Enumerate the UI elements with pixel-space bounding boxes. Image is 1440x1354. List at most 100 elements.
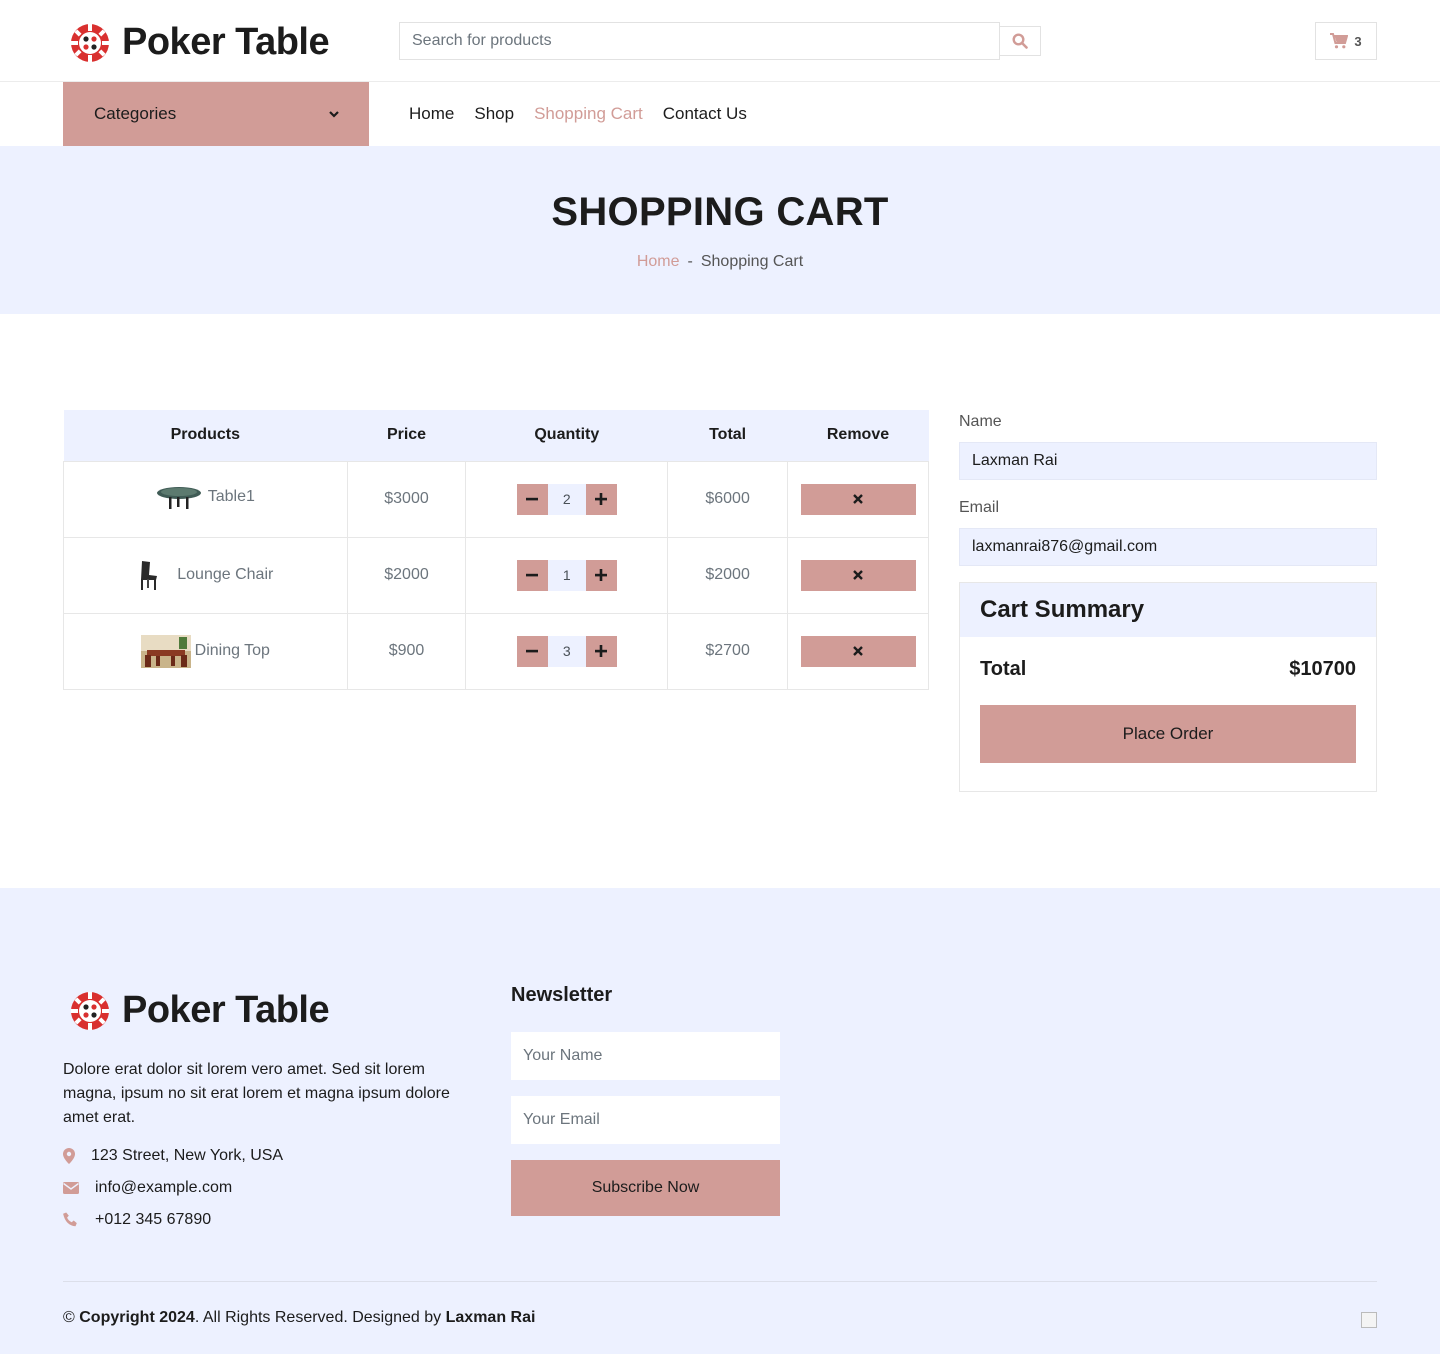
copyright-text: . All Rights Reserved. Designed by — [194, 1309, 446, 1326]
nav-shop[interactable]: Shop — [474, 104, 514, 124]
shopping-cart-icon — [1330, 33, 1349, 49]
product-cell: Dining Top — [63, 612, 348, 690]
table-row: Dining Top $900 3 $2700 — [63, 612, 929, 690]
column-header-total: Total — [667, 410, 788, 461]
plus-icon — [595, 493, 608, 505]
copyright-prefix: © — [63, 1309, 80, 1326]
remove-item-button[interactable] — [800, 559, 916, 591]
footer-brand-link[interactable]: Poker Table — [70, 989, 330, 1032]
minus-icon — [526, 497, 539, 501]
chevron-down-icon — [329, 110, 339, 118]
nav-contact-us[interactable]: Contact Us — [663, 104, 747, 124]
quantity-cell: 1 — [465, 536, 669, 614]
search-button[interactable] — [1000, 26, 1041, 56]
increase-quantity-button[interactable] — [585, 483, 617, 515]
newsletter-email-input[interactable]: Your Email — [511, 1096, 780, 1144]
column-header-quantity: Quantity — [465, 410, 668, 461]
payment-methods-image — [1361, 1312, 1377, 1328]
map-marker-icon — [63, 1148, 75, 1164]
cart-summary-total: Total $10700 — [980, 658, 1356, 681]
quantity-input[interactable]: 1 — [547, 559, 586, 591]
product-name: Lounge Chair — [177, 566, 274, 583]
search-icon — [1012, 33, 1028, 49]
chair-thumbnail — [141, 561, 158, 590]
total-value: $10700 — [1289, 658, 1356, 680]
table-row: Lounge Chair $2000 1 $2000 — [63, 536, 929, 614]
contact-phone: +012 345 67890 — [63, 1211, 211, 1229]
quantity-input[interactable]: 3 — [547, 635, 586, 667]
quantity-stepper: 1 — [516, 559, 617, 591]
poker-chip-logo-icon — [71, 23, 109, 62]
quantity-cell: 3 — [465, 612, 669, 690]
column-header-price: Price — [347, 410, 466, 461]
total-label: Total — [980, 658, 1027, 680]
nav-shopping-cart[interactable]: Shopping Cart — [534, 104, 643, 124]
breadcrumb-home-link[interactable]: Home — [637, 253, 680, 270]
close-icon — [853, 646, 863, 656]
remove-cell — [787, 612, 929, 690]
brand-logo-link[interactable]: Poker Table — [70, 21, 330, 64]
phone-icon — [63, 1212, 77, 1227]
email-text: info@example.com — [95, 1179, 233, 1196]
newsletter-name-input[interactable]: Your Name — [511, 1032, 780, 1080]
quantity-input[interactable]: 2 — [547, 483, 586, 515]
copyright: © Copyright 2024. All Rights Reserved. D… — [63, 1309, 535, 1327]
top-bar: Poker Table 3 — [0, 0, 1440, 82]
price-cell: $900 — [346, 612, 467, 690]
total-cell: $2700 — [667, 612, 789, 690]
copyright-year: Copyright 2024 — [79, 1309, 195, 1326]
price-cell: $2000 — [346, 536, 467, 614]
decrease-quantity-button[interactable] — [516, 635, 548, 667]
quantity-stepper: 2 — [516, 483, 617, 515]
footer: Poker Table Dolore erat dolor sit lorem … — [0, 888, 1440, 1354]
categories-dropdown[interactable]: Categories — [63, 82, 369, 146]
designer-link[interactable]: Laxman Rai — [446, 1309, 536, 1326]
nav-home[interactable]: Home — [409, 104, 454, 124]
remove-item-button[interactable] — [800, 635, 916, 667]
total-cell: $6000 — [667, 460, 789, 538]
subscribe-button[interactable]: Subscribe Now — [511, 1160, 780, 1216]
newsletter-title: Newsletter — [511, 984, 613, 1006]
product-cell: Table1 — [63, 460, 348, 538]
decrease-quantity-button[interactable] — [516, 483, 548, 515]
cart-button[interactable]: 3 — [1315, 22, 1377, 60]
quantity-stepper: 3 — [516, 635, 617, 667]
phone-text: +012 345 67890 — [95, 1211, 212, 1228]
decrease-quantity-button[interactable] — [516, 559, 548, 591]
quantity-cell: 2 — [465, 460, 669, 538]
footer-brand-name: Poker Table — [122, 989, 330, 1031]
contact-email: info@example.com — [63, 1179, 232, 1197]
contact-address: 123 Street, New York, USA — [63, 1147, 283, 1165]
poker-table-thumbnail — [156, 487, 201, 509]
breadcrumb: Home - Shopping Cart — [0, 253, 1440, 271]
footer-divider — [63, 1281, 1377, 1282]
increase-quantity-button[interactable] — [585, 635, 617, 667]
breadcrumb-current: Shopping Cart — [700, 253, 804, 270]
place-order-button[interactable]: Place Order — [980, 705, 1356, 763]
minus-icon — [526, 649, 539, 653]
page-header: SHOPPING CART Home - Shopping Cart — [0, 146, 1440, 314]
search-bar — [399, 22, 1041, 60]
categories-label: Categories — [94, 104, 177, 123]
main-nav: Home Shop Shopping Cart Contact Us — [409, 82, 747, 146]
minus-icon — [526, 573, 539, 577]
product-cell: Lounge Chair — [63, 536, 348, 614]
close-icon — [853, 494, 863, 504]
product-name: Table1 — [207, 488, 255, 505]
remove-item-button[interactable] — [800, 483, 916, 515]
dining-table-thumbnail — [140, 634, 191, 668]
email-label: Email — [959, 499, 1000, 516]
email-field[interactable]: laxmanrai876@gmail.com — [959, 528, 1377, 566]
increase-quantity-button[interactable] — [585, 559, 617, 591]
column-header-remove: Remove — [787, 410, 929, 461]
product-name: Dining Top — [194, 642, 270, 659]
cart-count-badge: 3 — [1354, 33, 1362, 49]
search-input[interactable] — [399, 22, 1000, 60]
remove-cell — [787, 536, 929, 614]
price-cell: $3000 — [346, 460, 467, 538]
name-field[interactable]: Laxman Rai — [959, 442, 1377, 480]
address-text: 123 Street, New York, USA — [91, 1147, 284, 1164]
footer-description: Dolore erat dolor sit lorem vero amet. S… — [63, 1061, 450, 1126]
cart-table: Products Price Quantity Total Remove Tab… — [63, 410, 929, 690]
name-label: Name — [959, 413, 1002, 430]
